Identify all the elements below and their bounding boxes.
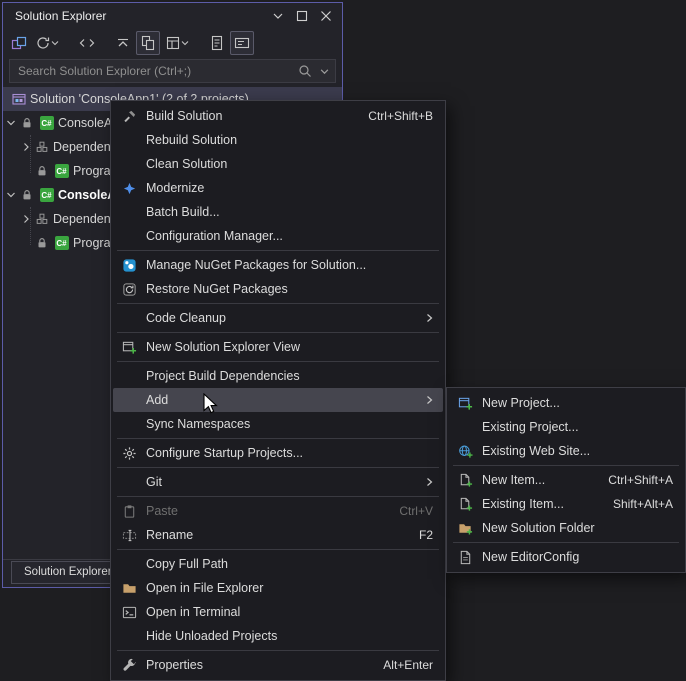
menu-separator xyxy=(117,438,439,439)
chevron-expanded-icon[interactable] xyxy=(3,190,18,200)
chevron-down-icon xyxy=(181,41,189,46)
new-solution-explorer-view-icon xyxy=(117,340,141,355)
menu-item-add[interactable]: Add xyxy=(113,388,443,412)
menu-item-new-solution-folder[interactable]: New Solution Folder xyxy=(449,516,683,540)
submenu-arrow-icon xyxy=(425,395,434,405)
menu-separator xyxy=(117,467,439,468)
menu-item-existing-web-site[interactable]: Existing Web Site... xyxy=(449,439,683,463)
search-box xyxy=(9,59,336,83)
dependencies-icon xyxy=(33,212,50,226)
solution-context-menu: Build Solution Ctrl+Shift+B Rebuild Solu… xyxy=(110,100,446,681)
close-icon[interactable] xyxy=(314,5,338,27)
menu-item-code-cleanup[interactable]: Code Cleanup xyxy=(113,306,443,330)
menu-item-hide-unloaded-projects[interactable]: Hide Unloaded Projects xyxy=(113,624,443,648)
submenu-arrow-icon xyxy=(425,313,434,323)
new-solution-folder-icon xyxy=(453,521,477,536)
editorconfig-icon xyxy=(453,550,477,565)
pending-changes-filter-icon[interactable] xyxy=(32,32,62,54)
build-icon xyxy=(117,109,141,124)
menu-separator xyxy=(117,303,439,304)
search-icon[interactable] xyxy=(298,64,312,78)
sync-with-active-document-icon[interactable] xyxy=(136,31,160,55)
lock-icon xyxy=(18,116,35,130)
menu-item-existing-project[interactable]: Existing Project... xyxy=(449,415,683,439)
menu-item-modernize[interactable]: Modernize xyxy=(113,176,443,200)
menu-item-batch-build[interactable]: Batch Build... xyxy=(113,200,443,224)
solution-explorer-toolbar xyxy=(3,29,342,57)
menu-separator xyxy=(117,549,439,550)
csharp-project-icon: C# xyxy=(38,116,55,130)
menu-item-new-item[interactable]: New Item... Ctrl+Shift+A xyxy=(449,468,683,492)
mouse-cursor xyxy=(203,393,221,417)
menu-item-rebuild-solution[interactable]: Rebuild Solution xyxy=(113,128,443,152)
nuget-restore-icon xyxy=(117,282,141,297)
lock-icon xyxy=(33,236,50,250)
modernize-icon xyxy=(117,181,141,196)
chevron-expanded-icon[interactable] xyxy=(3,118,18,128)
csharp-project-icon: C# xyxy=(38,188,55,202)
menu-item-manage-nuget-packages[interactable]: Manage NuGet Packages for Solution... xyxy=(113,253,443,277)
menu-item-sync-namespaces[interactable]: Sync Namespaces xyxy=(113,412,443,436)
nuget-icon xyxy=(117,258,141,273)
menu-item-rename[interactable]: Rename F2 xyxy=(113,523,443,547)
menu-item-restore-nuget-packages[interactable]: Restore NuGet Packages xyxy=(113,277,443,301)
search-options-chevron-icon[interactable] xyxy=(320,67,329,76)
window-position-chevron-icon[interactable] xyxy=(266,5,290,27)
clipboard-icon xyxy=(117,504,141,519)
menu-item-git[interactable]: Git xyxy=(113,470,443,494)
menu-separator xyxy=(117,250,439,251)
lock-icon xyxy=(33,164,50,178)
add-submenu: New Project... Existing Project... Exist… xyxy=(446,387,686,573)
window-title: Solution Explorer xyxy=(15,9,107,23)
terminal-icon xyxy=(117,605,141,620)
menu-item-project-build-dependencies[interactable]: Project Build Dependencies xyxy=(113,364,443,388)
rename-icon xyxy=(117,528,141,543)
web-site-icon xyxy=(453,444,477,459)
menu-item-new-solution-explorer-view[interactable]: New Solution Explorer View xyxy=(113,335,443,359)
menu-separator xyxy=(453,542,679,543)
tab-solution-explorer[interactable]: Solution Explorer xyxy=(11,561,125,584)
title-bar[interactable]: Solution Explorer xyxy=(3,3,342,29)
collapse-all-icon[interactable] xyxy=(112,32,134,54)
solution-icon xyxy=(10,91,27,107)
new-item-icon xyxy=(453,473,477,488)
search-input[interactable] xyxy=(10,64,298,78)
menu-separator xyxy=(117,650,439,651)
menu-item-open-in-file-explorer[interactable]: Open in File Explorer xyxy=(113,576,443,600)
csharp-file-icon: C# xyxy=(53,236,70,250)
back-forward-navigation-icon[interactable] xyxy=(76,32,98,54)
dependencies-icon xyxy=(33,140,50,154)
menu-item-configure-startup-projects[interactable]: Configure Startup Projects... xyxy=(113,441,443,465)
wrench-icon xyxy=(117,658,141,673)
submenu-arrow-icon xyxy=(425,477,434,487)
menu-item-properties[interactable]: Properties Alt+Enter xyxy=(113,653,443,677)
menu-item-new-editorconfig[interactable]: New EditorConfig xyxy=(449,545,683,569)
new-project-icon xyxy=(453,396,477,411)
menu-separator xyxy=(117,361,439,362)
menu-item-open-in-terminal[interactable]: Open in Terminal xyxy=(113,600,443,624)
menu-item-clean-solution[interactable]: Clean Solution xyxy=(113,152,443,176)
lock-icon xyxy=(18,188,35,202)
csharp-file-icon: C# xyxy=(53,164,70,178)
gear-icon xyxy=(117,446,141,461)
solution-views-icon[interactable] xyxy=(162,32,192,54)
existing-item-icon xyxy=(453,497,477,512)
maximize-icon[interactable] xyxy=(290,5,314,27)
menu-item-existing-item[interactable]: Existing Item... Shift+Alt+A xyxy=(449,492,683,516)
chevron-down-icon xyxy=(51,41,59,46)
menu-item-new-project[interactable]: New Project... xyxy=(449,391,683,415)
menu-item-copy-full-path[interactable]: Copy Full Path xyxy=(113,552,443,576)
menu-item-configuration-manager[interactable]: Configuration Manager... xyxy=(113,224,443,248)
preview-selected-items-icon[interactable] xyxy=(230,31,254,55)
show-all-files-icon[interactable] xyxy=(206,32,228,54)
menu-item-build-solution[interactable]: Build Solution Ctrl+Shift+B xyxy=(113,104,443,128)
menu-separator xyxy=(117,332,439,333)
folder-icon xyxy=(117,581,141,596)
switch-views-icon[interactable] xyxy=(8,32,30,54)
menu-separator xyxy=(117,496,439,497)
menu-item-paste[interactable]: Paste Ctrl+V xyxy=(113,499,443,523)
menu-separator xyxy=(453,465,679,466)
